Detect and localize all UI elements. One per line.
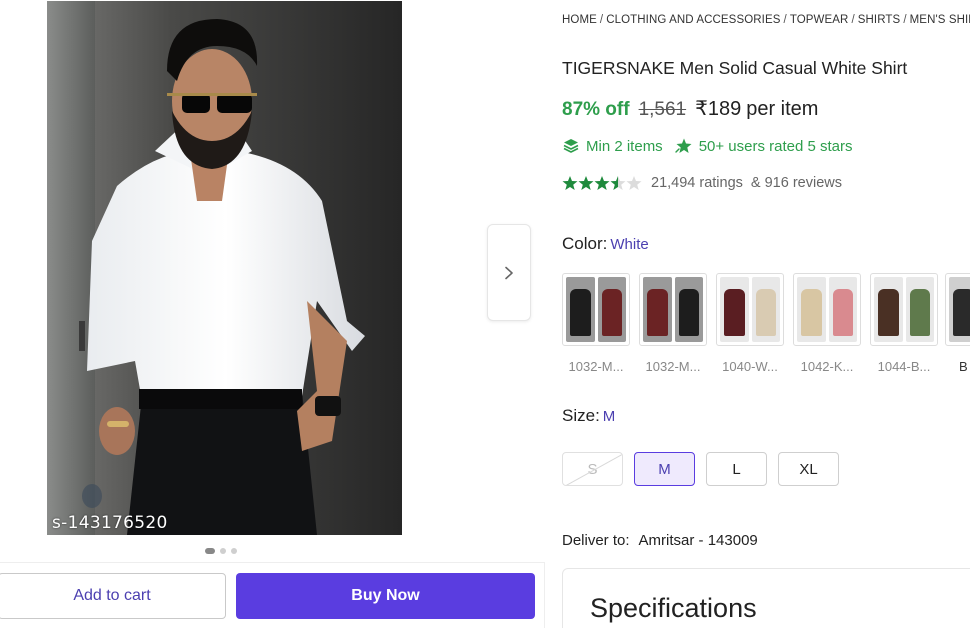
star-icon-full xyxy=(594,176,610,190)
thumb-model-left xyxy=(566,277,595,342)
selected-color: White xyxy=(610,236,649,253)
thumb-model-left xyxy=(720,277,749,342)
color-option[interactable]: B xyxy=(945,273,970,374)
breadcrumb-separator: / xyxy=(599,14,604,26)
color-option[interactable]: 1032-M... xyxy=(639,273,707,374)
carousel-dot[interactable] xyxy=(220,548,226,554)
price-unit: per item xyxy=(746,98,819,120)
chevron-right-icon xyxy=(505,266,513,279)
selected-size: M xyxy=(602,408,616,425)
cta-bar: Add to cart Buy Now xyxy=(0,562,545,628)
size-option-s[interactable]: S xyxy=(562,452,623,486)
color-option[interactable]: 1040-W... xyxy=(716,273,784,374)
breadcrumb-clothing[interactable]: CLOTHING AND ACCESSORIES xyxy=(606,14,780,26)
users-rated-text: 50+ users rated 5 stars xyxy=(698,137,853,155)
color-label: Color: White xyxy=(562,234,649,254)
size-option-m[interactable]: M xyxy=(634,452,695,486)
color-option-thumbnail xyxy=(793,273,861,346)
thumb-model-left xyxy=(797,277,826,342)
breadcrumb-separator: / xyxy=(903,14,907,26)
product-title: TIGERSNAKE Men Solid Casual White Shirt xyxy=(562,58,908,78)
min-items-offer: Min 2 items xyxy=(562,137,663,155)
color-option-caption: 1032-M... xyxy=(645,359,701,374)
thumb-model-right xyxy=(905,277,934,342)
star-icon-full xyxy=(562,176,578,190)
price-row: 87% off 1,561 ₹189 per item xyxy=(562,96,818,121)
color-option-thumbnail xyxy=(716,273,784,346)
star-badge-icon xyxy=(674,138,692,153)
size-options: S M L XL xyxy=(562,452,839,486)
color-option-caption: 1044-B... xyxy=(877,359,931,374)
size-option-xl[interactable]: XL xyxy=(778,452,839,486)
color-option-caption: 1032-M... xyxy=(568,359,624,374)
product-photo xyxy=(47,1,402,535)
color-option[interactable]: 1044-B... xyxy=(870,273,938,374)
thumb-model-left xyxy=(949,277,970,342)
thumb-model-left xyxy=(643,277,672,342)
breadcrumb-separator: / xyxy=(851,14,855,26)
delivery-row[interactable]: Deliver to: Amritsar - 143009 xyxy=(562,532,758,549)
color-option[interactable]: 1032-M... xyxy=(562,273,630,374)
thumb-model-left xyxy=(874,277,903,342)
thumb-model-right xyxy=(597,277,626,342)
thumb-model-right xyxy=(751,277,780,342)
product-details: HOME / CLOTHING AND ACCESSORIES / TOPWEAR / SH… xyxy=(562,0,970,628)
star-rating xyxy=(562,175,642,191)
thumb-model-right xyxy=(674,277,703,342)
rating-row[interactable]: 21,494 ratings & 916 reviews xyxy=(562,175,842,191)
color-swatches: 1032-M... 1032-M... 1040-W... 1042-K... xyxy=(562,273,970,383)
delivery-location: Amritsar - 143009 xyxy=(638,532,758,549)
color-option-thumbnail xyxy=(562,273,630,346)
star-icon-half xyxy=(610,176,626,190)
breadcrumb-mens-shirts[interactable]: MEN'S SHIRTS xyxy=(910,14,970,26)
product-image[interactable]: s-143176520 xyxy=(47,1,402,535)
offer-row: Min 2 items 50+ users rated 5 stars xyxy=(562,137,865,155)
image-code-overlay: s-143176520 xyxy=(52,513,168,533)
breadcrumb-separator: / xyxy=(783,14,787,26)
add-to-cart-button[interactable]: Add to cart xyxy=(0,573,226,619)
star-icon-empty xyxy=(626,176,642,190)
specifications-title: Specifications xyxy=(590,593,757,623)
min-items-text: Min 2 items xyxy=(586,137,663,155)
users-rated-offer: 50+ users rated 5 stars xyxy=(674,137,853,155)
buy-now-button[interactable]: Buy Now xyxy=(236,573,535,619)
color-option-thumbnail xyxy=(870,273,938,346)
color-label-text: Color: xyxy=(562,234,608,253)
thumb-model-right xyxy=(828,277,857,342)
layers-icon xyxy=(563,139,579,153)
color-option-thumbnail xyxy=(945,273,970,346)
deliver-to-label: Deliver to: xyxy=(562,532,630,549)
carousel-dot-active[interactable] xyxy=(205,548,215,554)
size-label-text: Size: xyxy=(562,406,600,425)
color-option-caption: 1040-W... xyxy=(722,359,778,374)
color-option-caption: B xyxy=(959,359,968,374)
original-price: 1,561 xyxy=(638,99,687,120)
breadcrumb-home[interactable]: HOME xyxy=(562,14,597,26)
specifications-card: Specifications xyxy=(562,568,970,628)
reviews-count: & 916 reviews xyxy=(750,175,842,191)
size-option-l[interactable]: L xyxy=(706,452,767,486)
color-option[interactable]: 1042-K... xyxy=(793,273,861,374)
carousel-dot[interactable] xyxy=(231,548,237,554)
star-icon-full xyxy=(578,176,594,190)
color-option-caption: 1042-K... xyxy=(800,359,854,374)
breadcrumb: HOME / CLOTHING AND ACCESSORIES / TOPWEAR / SH… xyxy=(562,14,970,26)
ratings-count: 21,494 ratings xyxy=(651,175,743,191)
discount-text: 87% off xyxy=(562,99,630,120)
size-label: Size: M xyxy=(562,406,615,426)
next-image-button[interactable] xyxy=(487,224,531,321)
carousel-indicator xyxy=(205,548,237,554)
breadcrumb-topwear[interactable]: TOPWEAR xyxy=(790,14,849,26)
sale-price: ₹189 xyxy=(695,98,742,120)
breadcrumb-shirts[interactable]: SHIRTS xyxy=(858,14,901,26)
color-option-thumbnail xyxy=(639,273,707,346)
